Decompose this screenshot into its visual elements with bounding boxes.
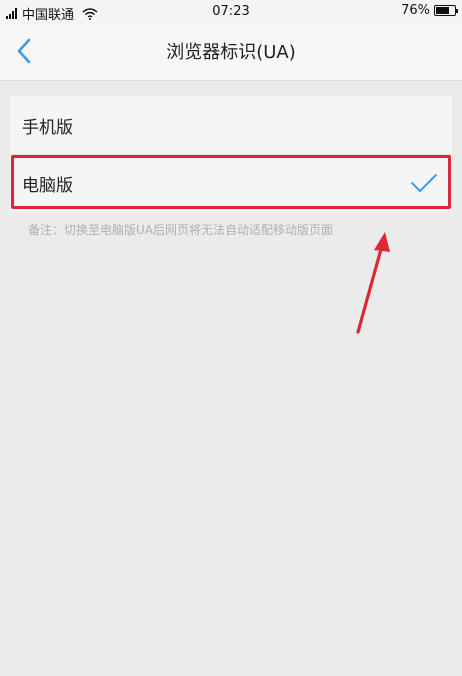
option-label: 手机版 bbox=[22, 117, 73, 138]
screen: 中国联通 07:23 76% 浏览器标识(UA) 手机版 电脑版 备注：切换至电… bbox=[0, 0, 462, 676]
red-arrow-annotation bbox=[356, 232, 390, 334]
page-title: 浏览器标识(UA) bbox=[166, 42, 296, 63]
status-right: 76% bbox=[401, 3, 458, 18]
option-label: 电脑版 bbox=[22, 176, 73, 196]
ua-options-list: 手机版 电脑版 bbox=[10, 96, 452, 212]
note-text: 备注：切换至电脑版UA后网页将无法自动适配移动版页面 bbox=[28, 223, 333, 237]
option-desktop[interactable]: 电脑版 bbox=[10, 154, 452, 212]
battery-fill bbox=[436, 7, 450, 14]
battery-percent: 76% bbox=[401, 3, 430, 18]
option-mobile[interactable]: 手机版 bbox=[10, 96, 452, 154]
status-time: 07:23 bbox=[212, 4, 250, 19]
status-bar: 中国联通 07:23 76% bbox=[0, 0, 462, 24]
battery-icon bbox=[434, 5, 458, 16]
checkmark-icon bbox=[411, 174, 437, 192]
nav-bar: 浏览器标识(UA) bbox=[0, 24, 462, 81]
